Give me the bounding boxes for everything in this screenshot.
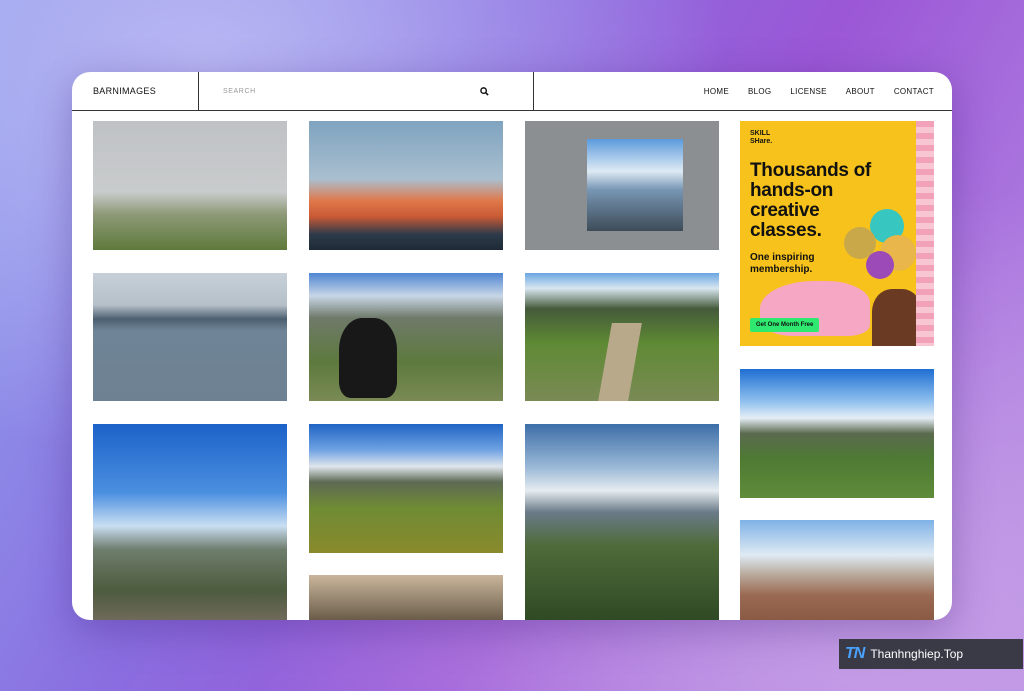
nav-blog[interactable]: BLOG [748, 87, 771, 96]
main-nav: HOME BLOG LICENSE ABOUT CONTACT [534, 72, 952, 110]
watermark: TN Thanhnghiep.Top [839, 639, 1023, 669]
photo-mountain-grass[interactable] [525, 424, 719, 620]
image-grid: SKILL SHare. Thousands of hands-on creat… [72, 110, 952, 620]
site-header: BARNIMAGES HOME BLOG LICENSE ABOUT CONTA… [72, 72, 952, 111]
yarn-illustration [840, 201, 920, 281]
search-input[interactable] [221, 86, 425, 96]
photo-window-view[interactable] [525, 121, 719, 250]
trail-path [598, 323, 642, 401]
photo-dog-mountains[interactable] [309, 273, 503, 401]
nav-contact[interactable]: CONTACT [894, 87, 934, 96]
photo-city-view[interactable] [740, 520, 934, 620]
watermark-logo: TN [845, 645, 865, 662]
photo-laundry-houses[interactable] [309, 575, 503, 620]
pegboard [916, 121, 934, 346]
site-logo[interactable]: BARNIMAGES [72, 72, 199, 110]
skillshare-ad[interactable]: SKILL SHare. Thousands of hands-on creat… [740, 121, 934, 346]
photo-hiker-trail[interactable] [525, 273, 719, 401]
browser-window: BARNIMAGES HOME BLOG LICENSE ABOUT CONTA… [72, 72, 952, 620]
get-free-month-button[interactable]: Get One Month Free [750, 318, 820, 332]
photo-foggy-hill[interactable] [93, 121, 287, 250]
window-opening [587, 139, 683, 231]
nav-about[interactable]: ABOUT [846, 87, 875, 96]
search-icon[interactable] [480, 86, 489, 96]
photo-sunset-clouds[interactable] [309, 121, 503, 250]
nav-home[interactable]: HOME [704, 87, 729, 96]
nav-license[interactable]: LICENSE [790, 87, 826, 96]
photo-mountain-lake[interactable] [93, 273, 287, 401]
photo-blue-sky-mountain[interactable] [93, 424, 287, 620]
photo-alpine-meadow[interactable] [309, 424, 503, 553]
skillshare-logo: SKILL SHare. [750, 130, 773, 145]
hand-shape [872, 289, 922, 346]
search-bar [199, 72, 534, 110]
photo-alpine-village[interactable] [740, 369, 934, 498]
ad-subline: One inspiring membership. [750, 252, 815, 275]
watermark-text: Thanhnghiep.Top [870, 647, 964, 661]
dog-shape [339, 318, 397, 398]
